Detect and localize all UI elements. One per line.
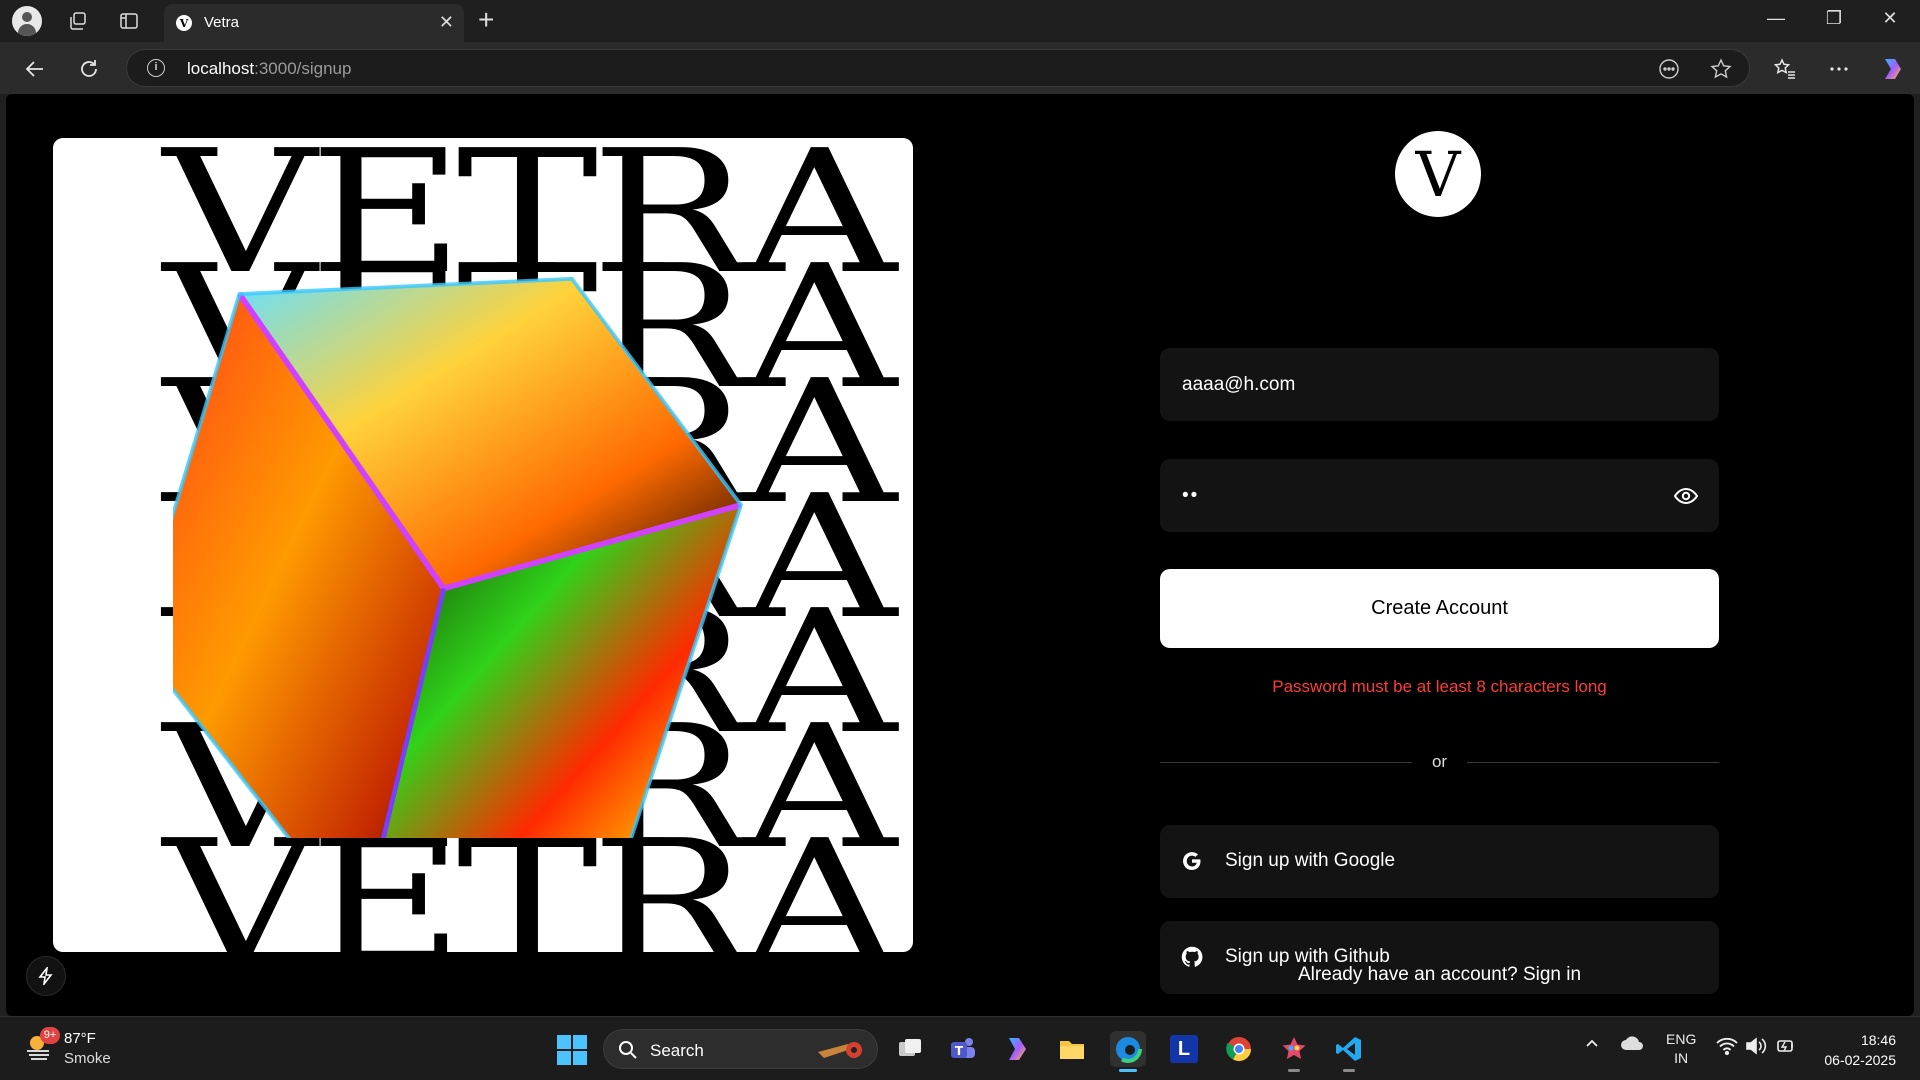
taskbar-search-label: Search: [650, 1041, 704, 1060]
favorites-list-icon[interactable]: [1770, 54, 1800, 84]
password-masked-value: ••: [1182, 485, 1200, 506]
volume-icon[interactable]: [1745, 1037, 1767, 1059]
paint-app-icon[interactable]: [1276, 1031, 1312, 1072]
wifi-icon[interactable]: [1716, 1037, 1738, 1059]
page-viewport: VETRA VETRA VETRA VETRA VETRA VETRA VETR…: [6, 94, 1914, 1016]
onedrive-cloud-icon[interactable]: [1620, 1035, 1644, 1055]
google-signup-label: Sign up with Google: [1225, 850, 1396, 871]
google-icon: [1183, 852, 1201, 870]
copilot-app-icon[interactable]: [999, 1031, 1035, 1067]
hero-word-text: VETRA: [163, 804, 897, 952]
password-field[interactable]: ••: [1160, 459, 1719, 532]
more-options-icon[interactable]: [1824, 54, 1854, 84]
password-error-message: Password must be at least 8 characters l…: [1272, 677, 1607, 696]
google-signup-button[interactable]: Sign up with Google: [1160, 825, 1719, 898]
weather-temperature[interactable]: 87°F: [64, 1030, 96, 1047]
clock-date: 06-02-2025: [1824, 1052, 1896, 1068]
system-clock[interactable]: 18:46 06-02-2025: [1824, 1030, 1896, 1070]
minimize-icon[interactable]: —: [1756, 8, 1796, 29]
vertical-tabs-icon[interactable]: [113, 6, 145, 36]
file-explorer-icon[interactable]: [1054, 1031, 1090, 1067]
profile-avatar-icon[interactable]: [12, 6, 42, 36]
glass-cube-illustration: [173, 276, 744, 838]
battery-charging-icon[interactable]: [1774, 1037, 1796, 1059]
devtools-lightning-button[interactable]: [26, 956, 66, 996]
tab-close-icon[interactable]: ✕: [439, 12, 454, 33]
favorite-star-icon[interactable]: [1709, 58, 1733, 80]
language-indicator[interactable]: ENG IN: [1666, 1030, 1696, 1068]
browser-tab-bar: V Vetra ✕ + — ❐ ✕: [0, 0, 1920, 42]
address-bar-row: i localhost:3000/signup: [0, 42, 1920, 94]
refresh-icon[interactable]: [74, 54, 104, 84]
tab-favicon-icon: V: [176, 15, 192, 31]
hero-image: VETRA VETRA VETRA VETRA VETRA VETRA VETR…: [53, 138, 913, 952]
url-text: localhost:3000/signup: [187, 59, 352, 78]
vetra-logo: V: [1395, 131, 1481, 217]
clock-time: 18:46: [1860, 1032, 1896, 1048]
teams-icon[interactable]: T: [945, 1031, 981, 1067]
taskbar-search-box[interactable]: Search: [603, 1029, 878, 1069]
email-field[interactable]: [1182, 348, 1652, 421]
reading-mode-icon[interactable]: [1657, 58, 1681, 80]
close-window-icon[interactable]: ✕: [1870, 8, 1910, 29]
active-tab[interactable]: V Vetra ✕: [164, 4, 464, 42]
divider-label: or: [1431, 752, 1448, 771]
or-divider: or: [1160, 752, 1719, 771]
start-windows-icon[interactable]: [557, 1035, 587, 1065]
chrome-icon[interactable]: [1221, 1031, 1257, 1067]
site-info-icon[interactable]: i: [147, 59, 165, 77]
edge-browser-icon[interactable]: [1110, 1031, 1146, 1072]
search-highlight-guitar-icon: [818, 1042, 862, 1058]
task-view-icon[interactable]: [892, 1031, 928, 1067]
copilot-icon[interactable]: [1878, 54, 1908, 84]
back-arrow-icon[interactable]: [20, 54, 50, 84]
weather-notification-badge: 9+: [40, 1027, 60, 1044]
tab-title: Vetra: [204, 14, 240, 31]
weather-condition[interactable]: Smoke: [64, 1050, 111, 1067]
show-password-eye-icon[interactable]: [1673, 483, 1699, 509]
svg-text:T: T: [955, 1044, 964, 1058]
show-hidden-icons-chevron-icon[interactable]: [1584, 1035, 1600, 1055]
email-field-container: [1160, 348, 1719, 421]
vscode-icon[interactable]: [1331, 1031, 1367, 1072]
workspaces-icon[interactable]: [62, 6, 94, 36]
launcher-app-icon[interactable]: L: [1166, 1031, 1202, 1067]
search-icon: [619, 1041, 637, 1059]
sign-in-link[interactable]: Already have an account? Sign in: [1160, 964, 1719, 986]
windows-taskbar: 9+ 87°F Smoke Search T L ENG IN 18:46 06…: [0, 1016, 1920, 1080]
create-account-button[interactable]: Create Account: [1160, 569, 1719, 648]
restore-icon[interactable]: ❐: [1814, 8, 1854, 29]
url-field[interactable]: i localhost:3000/signup: [126, 49, 1750, 87]
new-tab-icon[interactable]: +: [478, 4, 494, 36]
